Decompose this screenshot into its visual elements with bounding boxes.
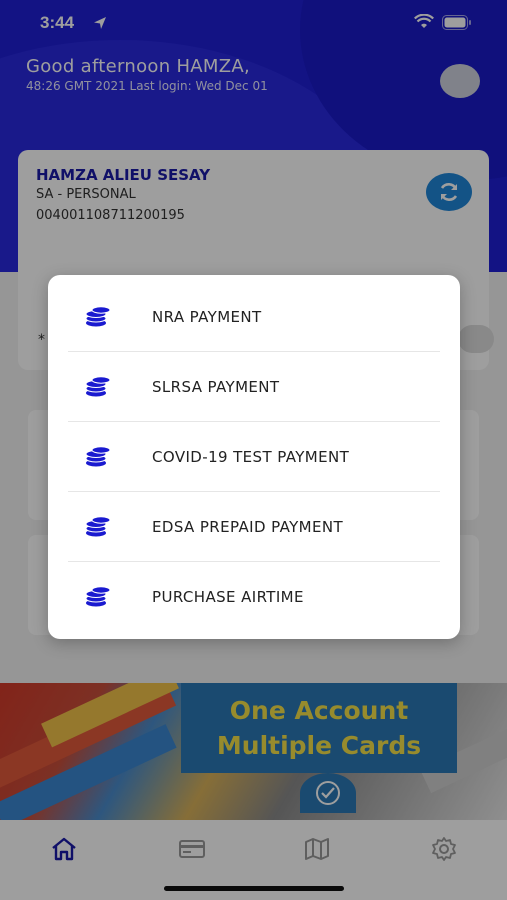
menu-item-slrsa-payment[interactable]: SLRSA PAYMENT [68,352,440,422]
menu-item-label: PURCHASE AIRTIME [152,588,304,606]
menu-item-nra-payment[interactable]: NRA PAYMENT [68,282,440,352]
menu-item-label: COVID-19 TEST PAYMENT [152,447,350,466]
coins-icon [85,446,111,467]
payment-options-modal: NRA PAYMENT SLRSA PAYMENT COVID-19 TEST … [48,275,460,639]
coins-icon [85,586,111,607]
coins-icon [85,306,111,327]
coins-icon [85,516,111,537]
menu-item-purchase-airtime[interactable]: PURCHASE AIRTIME [68,562,440,632]
coins-icon [85,376,111,397]
menu-item-label: NRA PAYMENT [152,307,262,326]
menu-item-edsa-prepaid-payment[interactable]: EDSA PREPAID PAYMENT [68,492,440,562]
menu-item-covid-test-payment[interactable]: COVID-19 TEST PAYMENT [68,422,440,492]
menu-item-label: SLRSA PAYMENT [152,377,280,396]
menu-item-label: EDSA PREPAID PAYMENT [152,517,344,536]
